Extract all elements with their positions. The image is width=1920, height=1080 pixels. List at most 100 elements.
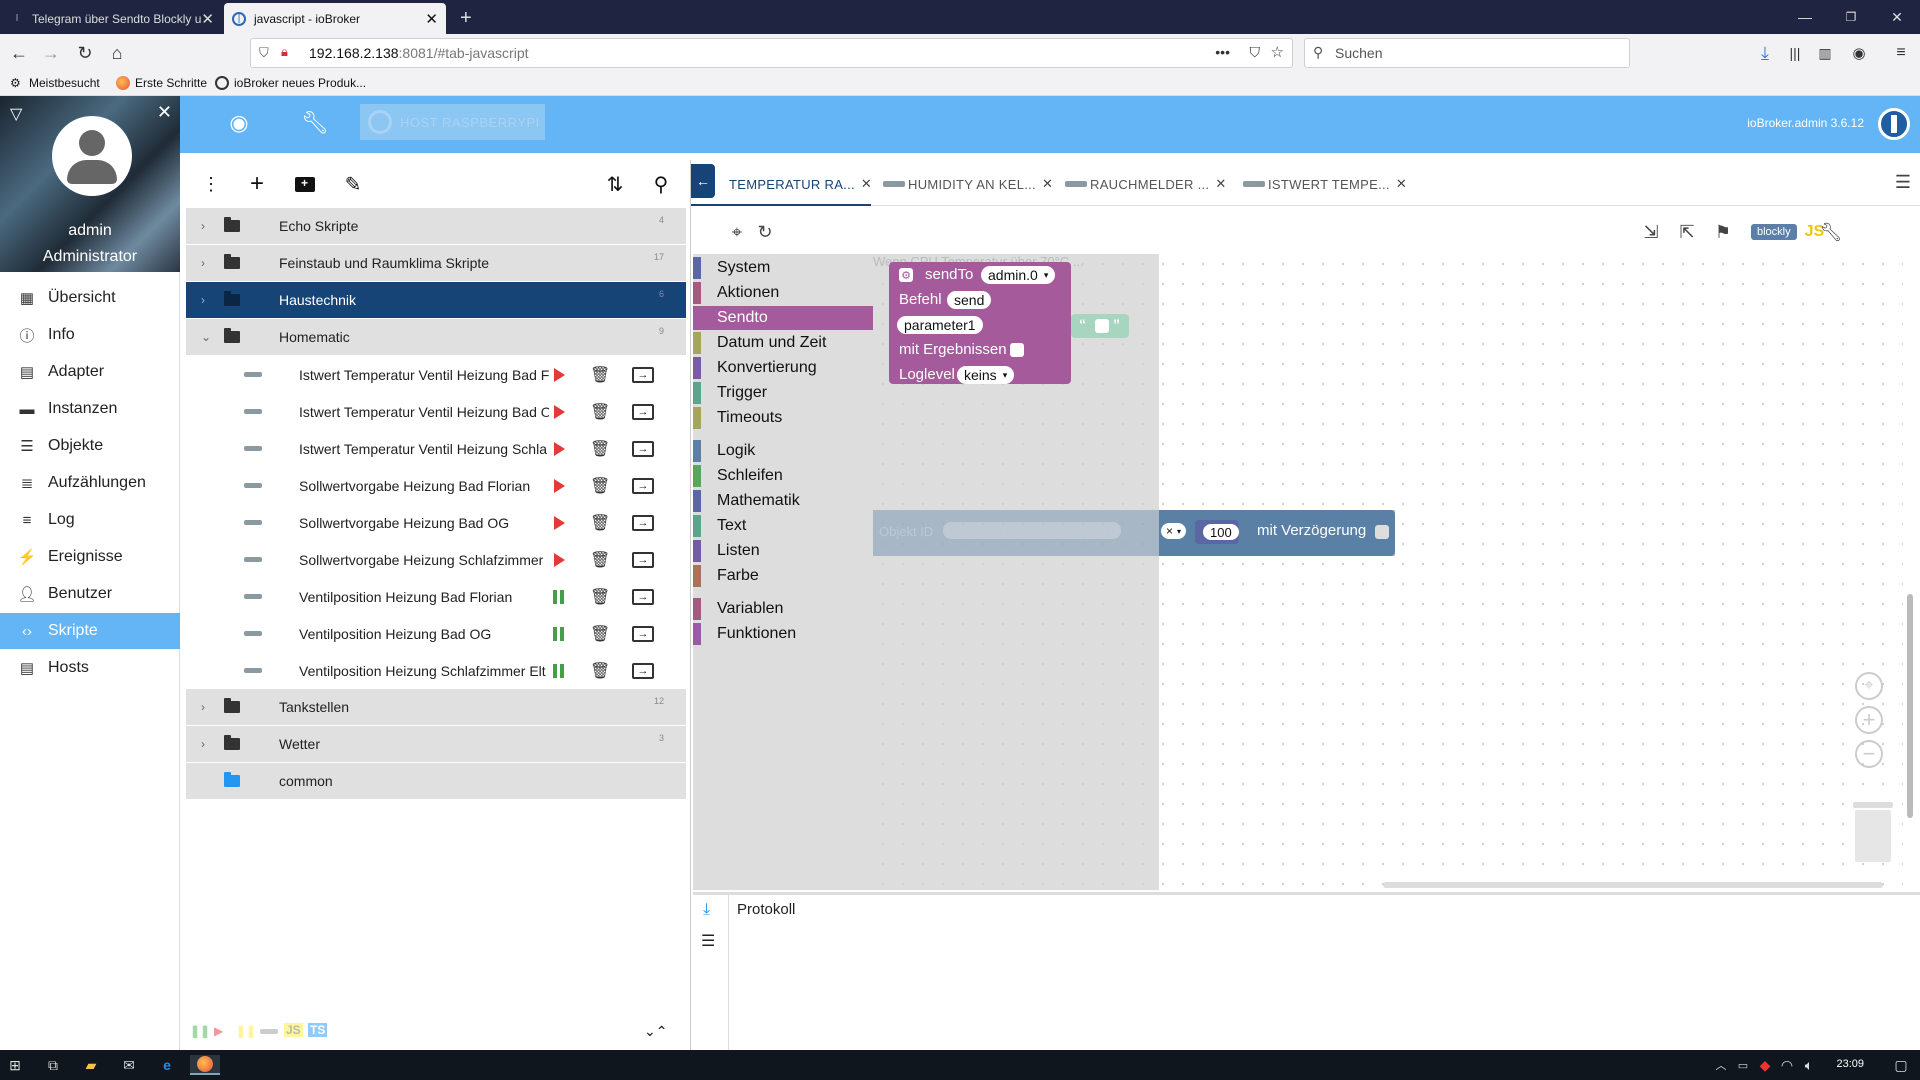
add-folder-icon[interactable]: + — [292, 171, 318, 197]
toolbox-category-datum-und-zeit[interactable]: Datum und Zeit — [693, 331, 873, 355]
back-arrow-icon[interactable]: ← — [691, 164, 715, 198]
shield-icon[interactable]: ⛉ — [259, 45, 269, 61]
sidebar-item-skripte[interactable]: ‹› Skripte — [0, 613, 180, 649]
bookmark-star-icon[interactable]: ☆ — [1271, 43, 1284, 61]
move-script-icon[interactable]: → — [632, 477, 654, 494]
trash-icon[interactable]: 🗑︎ — [590, 476, 610, 496]
text-block[interactable]: “ ” — [1071, 314, 1129, 338]
tab-istwert[interactable]: ISTWERT TEMPE... ✕ — [1243, 172, 1407, 196]
firefox-taskbar-icon[interactable] — [190, 1055, 220, 1075]
script-row[interactable]: Sollwertvorgabe Heizung Schlafzimmer 🗑︎ → — [186, 541, 686, 578]
chevron-right-icon[interactable]: › — [201, 737, 205, 751]
sidebar-item-ereignisse[interactable]: ⚡ Ereignisse — [0, 539, 180, 575]
download-icon[interactable]: ⤓ — [1752, 40, 1778, 66]
zoom-out-icon[interactable]: − — [1855, 740, 1883, 768]
play-icon[interactable] — [554, 515, 565, 530]
sidebar-item-log[interactable]: ≡ Log — [0, 502, 180, 538]
toolbox-category-logik[interactable]: Logik — [693, 439, 873, 463]
toolbox-category-mathematik[interactable]: Mathematik — [693, 489, 873, 513]
condition-block[interactable]: × ▾ 100 mit Verzögerung — [1159, 510, 1395, 556]
sidebar-item-hosts[interactable]: ▤ Hosts — [0, 650, 180, 686]
mail-icon[interactable]: ✉ — [118, 1055, 140, 1075]
close-tab-icon[interactable]: ✕ — [201, 10, 214, 28]
chevron-right-icon[interactable]: › — [201, 256, 205, 270]
zoom-in-icon[interactable]: + — [1855, 706, 1883, 734]
trash-icon[interactable]: 🗑︎ — [590, 513, 610, 533]
toolbox-category-schleifen[interactable]: Schleifen — [693, 464, 873, 488]
chevron-right-icon[interactable]: › — [201, 293, 205, 307]
trash-icon[interactable]: 🗑︎ — [590, 587, 610, 607]
move-script-icon[interactable]: → — [632, 403, 654, 420]
pause-icon[interactable] — [553, 626, 564, 641]
js-filter[interactable]: JS — [284, 1023, 303, 1037]
script-row[interactable]: Sollwertvorgabe Heizung Bad Florian 🗑︎ → — [186, 467, 686, 504]
sidebar-item--bersicht[interactable]: ▦ Übersicht — [0, 280, 180, 316]
close-tab-icon[interactable]: ✕ — [1042, 176, 1053, 192]
move-script-icon[interactable]: → — [632, 514, 654, 531]
recenter-icon[interactable]: ⌖ — [1855, 672, 1883, 700]
close-tab-icon[interactable]: ✕ — [861, 176, 872, 192]
search-input[interactable]: ⚲ Suchen — [1304, 38, 1630, 68]
sidebar-item-objekte[interactable]: ☰ Objekte — [0, 428, 180, 464]
sidebar-item-info[interactable]: ⓘ Info — [0, 317, 180, 353]
toolbox-category-text[interactable]: Text — [693, 514, 873, 538]
new-tab-button[interactable]: + — [452, 3, 482, 34]
add-script-icon[interactable]: + — [244, 170, 270, 197]
file-explorer-icon[interactable]: ▰ — [80, 1055, 102, 1075]
wrench-icon[interactable]: 🔧︎ — [301, 110, 329, 136]
close-tab-icon[interactable]: ✕ — [1215, 176, 1226, 192]
menu-lines-icon[interactable]: ☰ — [1895, 172, 1911, 193]
blockly-filter-icon[interactable] — [260, 1028, 278, 1034]
move-script-icon[interactable]: → — [632, 625, 654, 642]
browser-tab-telegram[interactable]: I Telegram über Sendto Blockly u ✕ — [2, 3, 220, 34]
results-checkbox[interactable] — [1010, 343, 1024, 357]
back-icon[interactable]: ← — [6, 40, 32, 66]
text-field[interactable] — [1095, 319, 1109, 333]
page-actions-menu[interactable]: ••• — [1215, 44, 1230, 60]
chevron-right-icon[interactable]: › — [201, 219, 205, 233]
move-script-icon[interactable]: → — [632, 440, 654, 457]
instance-dropdown[interactable]: admin.0 ▾ — [981, 266, 1056, 284]
tree-folder-row[interactable]: ⌄ Homematic 9 — [186, 319, 686, 356]
refresh-icon[interactable]: ↻ — [753, 220, 777, 244]
play-icon[interactable] — [554, 552, 565, 567]
play-icon[interactable] — [554, 404, 565, 419]
toolbox-category-funktionen[interactable]: Funktionen — [693, 622, 873, 646]
move-script-icon[interactable]: → — [632, 662, 654, 679]
close-tab-icon[interactable]: ✕ — [425, 10, 438, 28]
bookmark-erste-schritte[interactable]: Erste Schritte — [116, 76, 207, 90]
import-icon[interactable]: ⇱ — [1675, 220, 1699, 244]
script-row[interactable]: Istwert Temperatur Ventil Heizung Schla 🗑… — [186, 430, 686, 467]
trash-can-icon[interactable] — [1853, 802, 1893, 862]
delay-checkbox[interactable] — [1375, 525, 1389, 539]
volume-icon[interactable]: 🔈︎ — [1798, 1055, 1820, 1075]
script-row[interactable]: Ventilposition Heizung Bad Florian 🗑︎ → — [186, 578, 686, 615]
sidebar-item-adapter[interactable]: ▤ Adapter — [0, 354, 180, 390]
account-icon[interactable]: ◉ — [1846, 40, 1872, 66]
wrench-icon[interactable]: 🔧︎ — [1819, 220, 1843, 244]
bookmark-meistbesucht[interactable]: ⚙ Meistbesucht — [10, 76, 100, 90]
sidebar-item-instanzen[interactable]: ▬ Instanzen — [0, 391, 180, 427]
toolbox-category-sendto[interactable]: Sendto — [693, 306, 873, 330]
befehl-input[interactable]: send — [947, 291, 992, 309]
sidebar-item-benutzer[interactable]: 👤︎ Benutzer — [0, 576, 180, 612]
tree-folder-row[interactable]: › Feinstaub und Raumklima Skripte 17 — [186, 245, 686, 282]
tree-folder-row[interactable]: › Tankstellen 12 — [186, 689, 686, 726]
blockly-workspace[interactable]: Wenn CPU Temperatur über 70°C ... ⚙ send… — [693, 254, 1913, 890]
convert-to-js-button[interactable]: blockly JS — [1751, 222, 1824, 242]
move-script-icon[interactable]: → — [632, 551, 654, 568]
clear-log-icon[interactable]: ☰ — [701, 931, 715, 951]
ts-filter[interactable]: TS — [308, 1023, 328, 1037]
collapse-all-icon[interactable]: ⌄⌃ — [644, 1023, 667, 1040]
sendto-block[interactable]: ⚙ sendTo admin.0 ▾ Befehl send parameter1… — [889, 262, 1071, 384]
toolbox-category-konvertierung[interactable]: Konvertierung — [693, 356, 873, 380]
notifications-icon[interactable]: ▢ — [1890, 1055, 1912, 1075]
sidebar-item-aufz-hlungen[interactable]: ≣ Aufzählungen — [0, 465, 180, 501]
operator-dropdown[interactable]: × ▾ — [1161, 523, 1187, 539]
vertical-scrollbar[interactable] — [1907, 594, 1913, 818]
horizontal-scrollbar[interactable] — [1383, 882, 1883, 888]
trash-icon[interactable]: 🗑︎ — [590, 439, 610, 459]
wifi-icon[interactable]: ◠ — [1776, 1055, 1798, 1075]
more-vert-icon[interactable]: ⋮ — [198, 171, 224, 197]
toolbox-category-timeouts[interactable]: Timeouts — [693, 406, 873, 430]
